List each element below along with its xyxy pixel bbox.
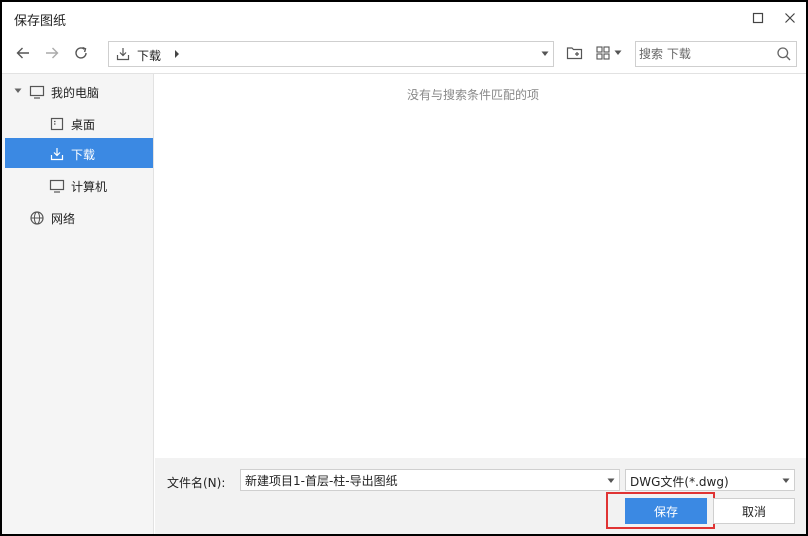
sidebar-item-computer[interactable]: 计算机 [5, 170, 153, 200]
new-folder-icon [566, 47, 583, 60]
navigation-sidebar: 我的电脑 桌面 下载 计算机 网络 [2, 74, 154, 534]
close-icon [785, 13, 795, 23]
arrow-left-icon [16, 47, 29, 59]
computer-icon [49, 179, 65, 193]
search-icon[interactable] [776, 46, 792, 62]
sidebar-item-label: 计算机 [71, 180, 108, 194]
sidebar-item-network[interactable]: 网络 [5, 202, 153, 232]
sidebar-item-label: 网络 [51, 212, 76, 226]
back-button[interactable] [12, 42, 34, 64]
search-box [635, 41, 797, 67]
chevron-down-icon [614, 50, 621, 55]
sidebar-item-label: 桌面 [71, 118, 96, 132]
sidebar-item-label: 下载 [71, 148, 96, 162]
close-button[interactable] [780, 8, 800, 28]
refresh-icon [75, 46, 87, 59]
chevron-down-icon[interactable] [607, 478, 615, 484]
save-options-panel: 文件名(N): DWG文件(*.dwg) 保存 取消 [155, 458, 806, 534]
toolbar: 下载 [2, 34, 806, 74]
chevron-down-icon [782, 478, 790, 483]
view-mode-button[interactable] [593, 42, 623, 64]
arrow-right-icon [46, 47, 59, 59]
filetype-value: DWG文件(*.dwg) [630, 475, 729, 489]
expand-arrow-icon[interactable] [14, 88, 22, 94]
cancel-button[interactable]: 取消 [713, 498, 795, 524]
refresh-button[interactable] [70, 42, 92, 64]
maximize-button[interactable] [748, 8, 768, 28]
search-input[interactable] [639, 44, 769, 64]
save-dialog: 保存图纸 下载 搜索 下载 我的电脑 桌面 下载 计算机 网络 没有与搜索条件匹… [2, 2, 806, 534]
title-bar: 保存图纸 [2, 2, 806, 34]
save-button[interactable]: 保存 [625, 498, 707, 524]
maximize-icon [752, 12, 764, 24]
desktop-icon [50, 117, 64, 131]
sidebar-item-desktop[interactable]: 桌面 [5, 108, 153, 138]
sidebar-item-downloads[interactable]: 下载 [5, 138, 153, 168]
forward-button[interactable] [41, 42, 63, 64]
sidebar-item-my-computer[interactable]: 我的电脑 [5, 76, 153, 106]
monitor-icon [29, 85, 45, 99]
chevron-right-icon[interactable] [173, 49, 181, 59]
filetype-select[interactable]: DWG文件(*.dwg) [625, 469, 795, 491]
dialog-title: 保存图纸 [14, 14, 67, 29]
sidebar-item-label: 我的电脑 [51, 86, 100, 100]
address-path: 下载 [137, 49, 162, 63]
filename-label: 文件名(N): [167, 476, 226, 490]
empty-state-message: 没有与搜索条件匹配的项 [406, 88, 539, 102]
new-folder-button[interactable] [564, 42, 586, 64]
download-icon [50, 148, 64, 161]
filename-input[interactable] [245, 471, 601, 489]
address-bar[interactable]: 下载 [108, 41, 554, 67]
globe-icon [30, 211, 44, 225]
download-icon [116, 48, 130, 61]
filename-combobox [240, 469, 620, 491]
chevron-down-icon[interactable] [541, 51, 549, 57]
file-list-area[interactable]: 没有与搜索条件匹配的项 [155, 74, 806, 458]
grid-view-icon [595, 46, 610, 60]
